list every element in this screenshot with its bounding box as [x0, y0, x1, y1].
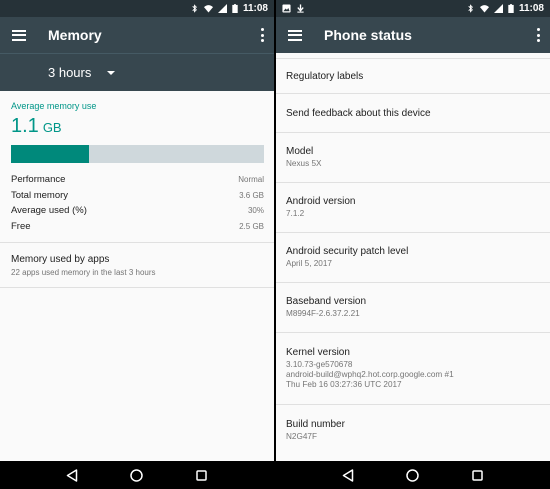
period-value: 3 hours: [48, 65, 92, 80]
back-icon[interactable]: [65, 468, 79, 482]
dropdown-arrow-icon: [107, 70, 116, 75]
wifi-icon: [479, 5, 489, 13]
item-value: 3.10.73-ge570678 android-build@wphq2.hot…: [286, 360, 540, 390]
hamburger-menu-icon[interactable]: [12, 29, 26, 41]
memory-usage-bar: [11, 145, 264, 163]
item-title: Android security patch level: [286, 246, 409, 257]
stat-row-performance: Performance Normal: [11, 172, 264, 188]
overflow-menu-icon[interactable]: [258, 28, 266, 42]
app-bar: Memory: [0, 17, 274, 53]
item-value: Nexus 5X: [286, 159, 322, 168]
kernel-line: 3.10.73-ge570678: [286, 360, 353, 369]
item-title: Regulatory labels: [286, 70, 364, 82]
list-item-android-version[interactable]: Android version 7.1.2: [276, 183, 550, 233]
apps-subtitle: 22 apps used memory in the last 3 hours: [11, 268, 156, 277]
phone-status-list: Regulatory labels Send feedback about th…: [276, 59, 550, 455]
page-title: Memory: [48, 27, 102, 43]
stat-row-free: Free 2.5 GB: [11, 219, 264, 235]
status-bar: 11:08: [276, 0, 550, 17]
item-title: Model: [286, 146, 314, 157]
memory-number: 1.1: [11, 115, 39, 137]
item-title: Kernel version: [286, 347, 350, 358]
list-item-security-patch-level: Android security patch level April 5, 20…: [276, 233, 550, 283]
stat-row-total-memory: Total memory 3.6 GB: [11, 188, 264, 204]
stat-label: Total memory: [11, 189, 69, 201]
item-title: Android version: [286, 196, 356, 207]
average-memory-section: Average memory use 1.1 GB Performance No…: [0, 91, 274, 234]
memory-used-by-apps-item[interactable]: Memory used by apps 22 apps used memory …: [0, 243, 274, 287]
item-title: Build number: [286, 418, 345, 430]
list-item-baseband-version: Baseband version M8994F-2.6.37.2.21: [276, 283, 550, 333]
period-selector[interactable]: 3 hours: [0, 53, 274, 91]
wifi-icon: [203, 5, 213, 13]
list-item-model: Model Nexus 5X: [276, 133, 550, 183]
item-value: N2G47F: [286, 431, 317, 441]
status-time: 11:08: [242, 3, 268, 14]
stat-value: Normal: [238, 175, 264, 185]
memory-screen: 11:08 Memory 3 hours Average memory use …: [0, 0, 274, 489]
stat-value: 3.6 GB: [239, 190, 264, 200]
phone-status-screen: 11:08 Phone status Regulatory labels Sen…: [276, 0, 550, 489]
average-memory-value: 1.1 GB: [11, 115, 264, 138]
status-bar: 11:08: [0, 0, 274, 17]
navigation-bar: [0, 461, 274, 489]
memory-stats: Performance Normal Total memory 3.6 GB A…: [11, 172, 264, 234]
kernel-line: android-build@wphq2.hot.corp.google.com …: [286, 370, 454, 379]
bluetooth-icon: [192, 4, 197, 13]
page-title: Phone status: [324, 27, 412, 43]
list-item-build-number[interactable]: Build number N2G47F: [276, 405, 550, 455]
recents-icon[interactable]: [195, 468, 209, 482]
image-icon: [282, 4, 291, 13]
stat-row-average-used: Average used (%) 30%: [11, 203, 264, 219]
signal-icon: [493, 4, 503, 13]
home-icon[interactable]: [406, 468, 420, 482]
item-value: 7.1.2: [286, 209, 305, 218]
list-item-kernel-version: Kernel version 3.10.73-ge570678 android-…: [276, 333, 550, 405]
memory-usage-bar-fill: [11, 145, 90, 163]
list-item-send-feedback[interactable]: Send feedback about this device: [276, 94, 550, 133]
status-time: 11:08: [518, 3, 544, 14]
battery-icon: [508, 4, 514, 13]
item-value: April 5, 2017: [286, 259, 332, 268]
hamburger-menu-icon[interactable]: [288, 29, 302, 41]
battery-icon: [232, 4, 238, 13]
item-value: M8994F-2.6.37.2.21: [286, 309, 360, 318]
divider: [0, 287, 274, 288]
recents-icon[interactable]: [471, 468, 485, 482]
stat-value: 30%: [247, 206, 264, 216]
item-title: Baseband version: [286, 296, 367, 307]
download-icon: [297, 4, 304, 13]
app-bar: Phone status: [276, 17, 550, 53]
list-item-regulatory-labels[interactable]: Regulatory labels: [276, 59, 550, 94]
signal-icon: [217, 4, 227, 13]
memory-unit: GB: [42, 120, 62, 135]
overflow-menu-icon[interactable]: [534, 28, 542, 42]
kernel-line: Thu Feb 16 03:27:36 UTC 2017: [286, 380, 402, 389]
stat-label: Free: [11, 220, 31, 232]
home-icon[interactable]: [130, 468, 144, 482]
stat-label: Performance: [11, 174, 66, 186]
apps-title: Memory used by apps: [11, 254, 110, 265]
navigation-bar: [276, 461, 550, 489]
stat-value: 2.5 GB: [239, 221, 264, 231]
item-title: Send feedback about this device: [286, 107, 431, 119]
bluetooth-icon: [468, 4, 473, 13]
stat-label: Average used (%): [11, 205, 87, 217]
average-memory-caption: Average memory use: [11, 101, 97, 111]
back-icon[interactable]: [341, 468, 355, 482]
